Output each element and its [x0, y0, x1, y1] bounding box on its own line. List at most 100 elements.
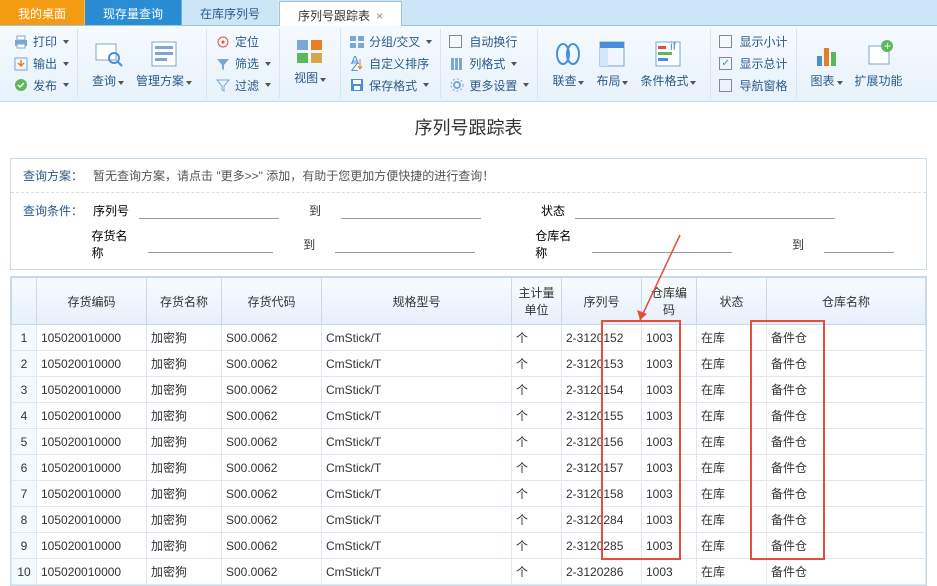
col-format-button[interactable]: 列格式 [449, 53, 529, 75]
export-button[interactable]: 输出 [13, 53, 69, 75]
column-icon [449, 56, 465, 72]
filter-button[interactable]: 筛选 [215, 53, 271, 75]
extend-button[interactable]: +扩展功能 [849, 31, 909, 96]
tab-inwh-serial[interactable]: 在库序列号 [182, 0, 279, 25]
col-stock-scode[interactable]: 存货代码 [222, 278, 322, 325]
tab-bar: 我的桌面 现存量查询 在库序列号 序列号跟踪表× [0, 0, 937, 26]
group-button[interactable]: 分组/交叉 [349, 31, 432, 53]
total-check[interactable]: 显示总计 [719, 53, 787, 75]
layout-icon [596, 38, 628, 70]
cell-name: 加密狗 [147, 533, 222, 559]
whname-to-input[interactable] [824, 235, 894, 253]
group-icon [349, 34, 365, 50]
table-row[interactable]: 4105020010000加密狗S00.0062CmStick/T个2-3120… [12, 403, 926, 429]
sort-button[interactable]: AZ自定义排序 [349, 53, 432, 75]
link-icon [552, 38, 584, 70]
chart-button[interactable]: 图表 [805, 31, 849, 96]
print-button[interactable]: 打印 [13, 31, 69, 53]
cell-code: 105020010000 [37, 507, 147, 533]
cell-spec: CmStick/T [322, 351, 512, 377]
publish-button[interactable]: 发布 [13, 74, 69, 96]
cell-serial: 2-3120158 [562, 481, 642, 507]
table-row[interactable]: 10105020010000加密狗S00.0062CmStick/T个2-312… [12, 559, 926, 585]
cell-scode: S00.0062 [222, 403, 322, 429]
auto-wrap-check[interactable]: 自动换行 [449, 31, 529, 53]
svg-text:Z: Z [351, 60, 358, 72]
serial-to-input[interactable] [341, 201, 481, 219]
col-wh-name[interactable]: 仓库名称 [767, 278, 926, 325]
col-wh-code[interactable]: 仓库编码 [642, 278, 697, 325]
cond-format-button[interactable]: if条件格式 [634, 31, 702, 96]
cell-status: 在库 [697, 377, 767, 403]
table-row[interactable]: 6105020010000加密狗S00.0062CmStick/T个2-3120… [12, 455, 926, 481]
query-plan-text: 暂无查询方案，请点击 "更多>>" 添加，有助于您更加方便快捷的进行查询！ [93, 167, 494, 184]
col-stock-code[interactable]: 存货编码 [37, 278, 147, 325]
tab-desktop[interactable]: 我的桌面 [0, 0, 85, 25]
status-input[interactable] [575, 201, 835, 219]
serial-from-input[interactable] [139, 201, 279, 219]
cell-unit: 个 [512, 481, 562, 507]
subtotal-check[interactable]: 显示小计 [719, 31, 787, 53]
col-unit[interactable]: 主计量单位 [512, 278, 562, 325]
table-row[interactable]: 8105020010000加密狗S00.0062CmStick/T个2-3120… [12, 507, 926, 533]
link-query-button[interactable]: 联查 [546, 31, 590, 96]
layout-button[interactable]: 布局 [590, 31, 634, 96]
cell-scode: S00.0062 [222, 455, 322, 481]
cell-code: 105020010000 [37, 429, 147, 455]
cell-wh: 1003 [642, 325, 697, 351]
stockname-to-input[interactable] [335, 235, 475, 253]
cell-name: 加密狗 [147, 377, 222, 403]
close-icon[interactable]: × [376, 9, 383, 23]
cell-status: 在库 [697, 351, 767, 377]
gear-icon [449, 77, 465, 93]
filter-clear-button[interactable]: 过滤 [215, 74, 271, 96]
table-row[interactable]: 5105020010000加密狗S00.0062CmStick/T个2-3120… [12, 429, 926, 455]
col-serial[interactable]: 序列号 [562, 278, 642, 325]
table-row[interactable]: 7105020010000加密狗S00.0062CmStick/T个2-3120… [12, 481, 926, 507]
sort-icon: AZ [349, 56, 365, 72]
status-label: 状态 [541, 202, 565, 219]
cell-code: 105020010000 [37, 351, 147, 377]
cell-code: 105020010000 [37, 455, 147, 481]
table-row[interactable]: 9105020010000加密狗S00.0062CmStick/T个2-3120… [12, 533, 926, 559]
row-num: 5 [12, 429, 37, 455]
cell-code: 105020010000 [37, 481, 147, 507]
col-spec[interactable]: 规格型号 [322, 278, 512, 325]
cell-spec: CmStick/T [322, 481, 512, 507]
whname-from-input[interactable] [592, 235, 732, 253]
cell-serial: 2-3120286 [562, 559, 642, 585]
save-format-button[interactable]: 保存格式 [349, 74, 432, 96]
cell-whn: 备件仓 [767, 403, 926, 429]
table-row[interactable]: 1105020010000加密狗S00.0062CmStick/T个2-3120… [12, 325, 926, 351]
nav-pane-check[interactable]: 导航窗格 [719, 74, 787, 96]
cell-whn: 备件仓 [767, 429, 926, 455]
save-icon [349, 77, 365, 93]
col-status[interactable]: 状态 [697, 278, 767, 325]
stockname-from-input[interactable] [148, 235, 273, 253]
plan-button[interactable]: 管理方案 [130, 31, 198, 96]
cell-whn: 备件仓 [767, 325, 926, 351]
locate-button[interactable]: 定位 [215, 31, 271, 53]
view-button[interactable]: 视图 [288, 31, 332, 90]
more-settings-button[interactable]: 更多设置 [449, 74, 529, 96]
cell-unit: 个 [512, 325, 562, 351]
cell-unit: 个 [512, 507, 562, 533]
tab-serial-track[interactable]: 序列号跟踪表× [279, 1, 402, 26]
cell-status: 在库 [697, 429, 767, 455]
cell-status: 在库 [697, 559, 767, 585]
table-row[interactable]: 2105020010000加密狗S00.0062CmStick/T个2-3120… [12, 351, 926, 377]
cell-name: 加密狗 [147, 403, 222, 429]
cell-wh: 1003 [642, 377, 697, 403]
query-button[interactable]: 查询 [86, 31, 130, 96]
view-icon [294, 35, 326, 67]
cell-code: 105020010000 [37, 377, 147, 403]
cell-spec: CmStick/T [322, 377, 512, 403]
to-label: 到 [303, 236, 315, 253]
row-num: 10 [12, 559, 37, 585]
table-row[interactable]: 3105020010000加密狗S00.0062CmStick/T个2-3120… [12, 377, 926, 403]
extend-icon: + [863, 38, 895, 70]
tab-stock-query[interactable]: 现存量查询 [85, 0, 182, 25]
col-stock-name[interactable]: 存货名称 [147, 278, 222, 325]
cell-wh: 1003 [642, 351, 697, 377]
cell-whn: 备件仓 [767, 351, 926, 377]
